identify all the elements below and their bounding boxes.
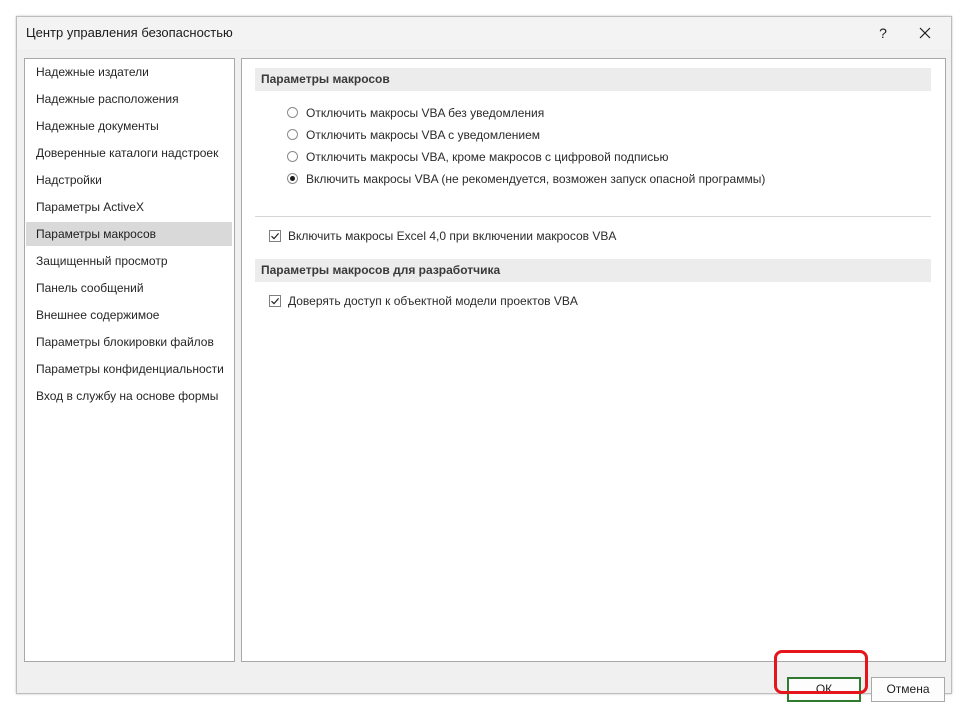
sidebar-item-trusted-addin-catalogs[interactable]: Доверенные каталоги надстроек [26, 141, 232, 165]
option-label-disable-no-notify[interactable]: Отключить макросы VBA без уведомления [306, 104, 544, 122]
radio-enable-all[interactable] [287, 173, 298, 184]
sidebar-item-trusted-publishers[interactable]: Надежные издатели [26, 60, 232, 84]
sidebar-item-macro-settings[interactable]: Параметры макросов [26, 222, 232, 246]
window-title: Центр управления безопасностью [26, 25, 233, 40]
section-divider [255, 216, 931, 217]
radio-disable-notify[interactable] [287, 129, 298, 140]
sidebar-item-trusted-documents[interactable]: Надежные документы [26, 114, 232, 138]
title-bar: Центр управления безопасностью ? [17, 17, 951, 49]
check-mark-icon [271, 233, 280, 240]
sidebar-item-trusted-locations[interactable]: Надежные расположения [26, 87, 232, 111]
checkbox-label-excel4[interactable]: Включить макросы Excel 4,0 при включении… [288, 227, 616, 245]
settings-panel: Параметры макросов Отключить макросы VBA… [241, 58, 946, 662]
radio-disable-except-signed[interactable] [287, 151, 298, 162]
sidebar-item-external-content[interactable]: Внешнее содержимое [26, 303, 232, 327]
trust-center-dialog: Центр управления безопасностью ? Надежны… [16, 16, 952, 702]
close-icon [919, 27, 931, 39]
sidebar-item-addins[interactable]: Надстройки [26, 168, 232, 192]
cancel-button[interactable]: Отмена [871, 677, 945, 702]
sidebar-item-protected-view[interactable]: Защищенный просмотр [26, 249, 232, 273]
option-label-enable-all[interactable]: Включить макросы VBA (не рекомендуется, … [306, 170, 765, 188]
checkbox-excel4-macros[interactable] [269, 230, 281, 242]
checkbox-label-trust-vba[interactable]: Доверять доступ к объектной модели проек… [288, 292, 578, 310]
macro-settings-header: Параметры макросов [255, 68, 931, 91]
option-label-disable-except-signed[interactable]: Отключить макросы VBA, кроме макросов с … [306, 148, 669, 166]
sidebar-item-message-bar[interactable]: Панель сообщений [26, 276, 232, 300]
sidebar-item-file-block[interactable]: Параметры блокировки файлов [26, 330, 232, 354]
developer-settings-header: Параметры макросов для разработчика [255, 259, 931, 282]
radio-disable-no-notify[interactable] [287, 107, 298, 118]
ok-button-highlight-annotation [774, 650, 868, 694]
option-label-disable-notify[interactable]: Отключить макросы VBA с уведомлением [306, 126, 540, 144]
category-list: Надежные издатели Надежные расположения … [24, 58, 235, 662]
checkbox-trust-vba-model[interactable] [269, 295, 281, 307]
check-mark-icon [271, 298, 280, 305]
close-button[interactable] [913, 23, 937, 43]
sidebar-item-activex[interactable]: Параметры ActiveX [26, 195, 232, 219]
sidebar-item-form-sign-in[interactable]: Вход в службу на основе формы [26, 384, 232, 408]
sidebar-item-privacy[interactable]: Параметры конфиденциальности [26, 357, 232, 381]
help-button[interactable]: ? [871, 23, 895, 43]
